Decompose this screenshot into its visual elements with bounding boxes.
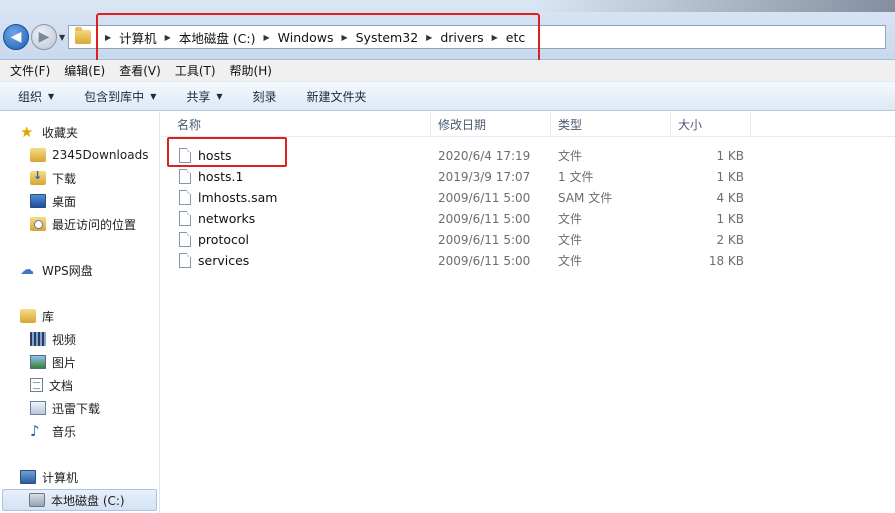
burn-button[interactable]: 刻录	[253, 88, 277, 105]
recent-pages-dropdown[interactable]: ▼	[59, 33, 65, 42]
nav-wps-cloud[interactable]: ☁ WPS网盘	[20, 260, 93, 280]
menu-file[interactable]: 文件(F)	[10, 62, 50, 79]
navigation-pane: ★收藏夹 2345Downloads 下载 桌面 最近访问的位置 ☁WPS网盘 …	[0, 112, 160, 513]
file-icon	[179, 253, 191, 268]
nav-favorites[interactable]: ★ 收藏夹	[20, 122, 78, 142]
file-icon	[179, 148, 191, 163]
caret-down-icon: ▼	[150, 91, 157, 101]
nav-item-thunder-downloads[interactable]: 迅雷下载	[30, 398, 100, 418]
breadcrumb-system32[interactable]: System32	[356, 30, 419, 45]
arrow-right-icon: ▶	[38, 29, 50, 45]
library-icon	[20, 309, 36, 323]
chevron-right-icon[interactable]: ▶	[426, 33, 432, 42]
caret-down-icon: ▼	[216, 91, 223, 101]
organize-button[interactable]: 组织 ▼	[18, 88, 54, 105]
nav-item-videos[interactable]: 视频	[30, 329, 76, 349]
file-icon	[179, 169, 191, 184]
download-folder-icon	[30, 169, 46, 185]
file-row-hosts[interactable]: hosts 2020/6/4 17:19 文件 1 KB	[161, 145, 895, 166]
drive-icon	[29, 493, 45, 507]
chevron-right-icon[interactable]: ▶	[165, 33, 171, 42]
back-button[interactable]: ◀	[3, 24, 29, 50]
column-header-size[interactable]: 大小	[671, 112, 751, 137]
nav-item-local-disk-c[interactable]: 本地磁盘 (C:)	[2, 489, 157, 511]
nav-computer[interactable]: 计算机	[20, 467, 78, 487]
file-list: 名称 修改日期 类型 大小 hosts 2020/6/4 17:19 文件 1 …	[161, 112, 895, 513]
column-headers: 名称 修改日期 类型 大小	[161, 112, 895, 137]
column-header-type[interactable]: 类型	[551, 112, 671, 137]
column-header-name[interactable]: 名称	[161, 112, 431, 137]
chevron-right-icon[interactable]: ▶	[341, 33, 347, 42]
nav-item-downloads[interactable]: 下载	[30, 168, 76, 188]
folder-icon	[30, 148, 46, 162]
file-icon	[179, 211, 191, 226]
folder-icon	[75, 27, 91, 44]
command-bar: 组织 ▼ 包含到库中 ▼ 共享 ▼ 刻录 新建文件夹	[0, 81, 895, 111]
address-bar[interactable]: ▶ 计算机 ▶ 本地磁盘 (C:) ▶ Windows ▶ System32 ▶…	[68, 25, 886, 49]
breadcrumb-windows[interactable]: Windows	[278, 30, 334, 45]
menu-help[interactable]: 帮助(H)	[230, 62, 272, 79]
file-row-networks[interactable]: networks 2009/6/11 5:00 文件 1 KB	[161, 208, 895, 229]
arrow-left-icon: ◀	[10, 29, 22, 45]
desktop-icon	[30, 194, 46, 208]
star-icon: ★	[20, 123, 34, 141]
file-row-hosts-1[interactable]: hosts.1 2019/3/9 17:07 1 文件 1 KB	[161, 166, 895, 187]
recent-places-icon	[30, 217, 46, 231]
nav-item-documents[interactable]: 文档	[30, 375, 73, 395]
nav-item-pictures[interactable]: 图片	[30, 352, 76, 372]
computer-icon	[20, 470, 36, 484]
file-row-services[interactable]: services 2009/6/11 5:00 文件 18 KB	[161, 250, 895, 271]
nav-item-recent-places[interactable]: 最近访问的位置	[30, 214, 136, 234]
nav-item-2345downloads[interactable]: 2345Downloads	[30, 145, 148, 165]
menu-tools[interactable]: 工具(T)	[175, 62, 216, 79]
menu-edit[interactable]: 编辑(E)	[64, 62, 105, 79]
breadcrumb-local-disk[interactable]: 本地磁盘 (C:)	[179, 28, 256, 47]
nav-item-desktop[interactable]: 桌面	[30, 191, 76, 211]
menu-view[interactable]: 查看(V)	[119, 62, 161, 79]
breadcrumb-drivers[interactable]: drivers	[440, 30, 483, 45]
chevron-right-icon[interactable]: ▶	[264, 33, 270, 42]
file-icon	[179, 190, 191, 205]
cloud-icon: ☁	[20, 262, 34, 278]
thunder-download-icon	[30, 401, 46, 415]
chevron-right-icon[interactable]: ▶	[105, 33, 111, 42]
title-bar: ◀ ▶ ▼ ▶ 计算机 ▶ 本地磁盘 (C:) ▶ Windows ▶ Syst…	[0, 0, 895, 60]
file-icon	[179, 232, 191, 247]
breadcrumb-etc[interactable]: etc	[506, 30, 525, 45]
forward-button[interactable]: ▶	[31, 24, 57, 50]
breadcrumb: ▶ 计算机 ▶ 本地磁盘 (C:) ▶ Windows ▶ System32 ▶…	[97, 28, 525, 47]
menu-bar: 文件(F) 编辑(E) 查看(V) 工具(T) 帮助(H)	[0, 60, 895, 81]
file-row-lmhosts-sam[interactable]: lmhosts.sam 2009/6/11 5:00 SAM 文件 4 KB	[161, 187, 895, 208]
chevron-right-icon[interactable]: ▶	[492, 33, 498, 42]
nav-libraries[interactable]: 库	[20, 306, 54, 326]
new-folder-button[interactable]: 新建文件夹	[307, 88, 367, 105]
music-icon: ♪	[30, 422, 40, 440]
column-header-modified[interactable]: 修改日期	[431, 112, 551, 137]
caret-down-icon: ▼	[48, 91, 55, 101]
share-button[interactable]: 共享 ▼	[186, 88, 222, 105]
include-library-button[interactable]: 包含到库中 ▼	[84, 88, 156, 105]
video-icon	[30, 332, 46, 346]
document-icon	[30, 378, 43, 392]
nav-item-music[interactable]: ♪ 音乐	[30, 421, 76, 441]
file-row-protocol[interactable]: protocol 2009/6/11 5:00 文件 2 KB	[161, 229, 895, 250]
breadcrumb-computer[interactable]: 计算机	[119, 28, 157, 47]
picture-icon	[30, 355, 46, 369]
